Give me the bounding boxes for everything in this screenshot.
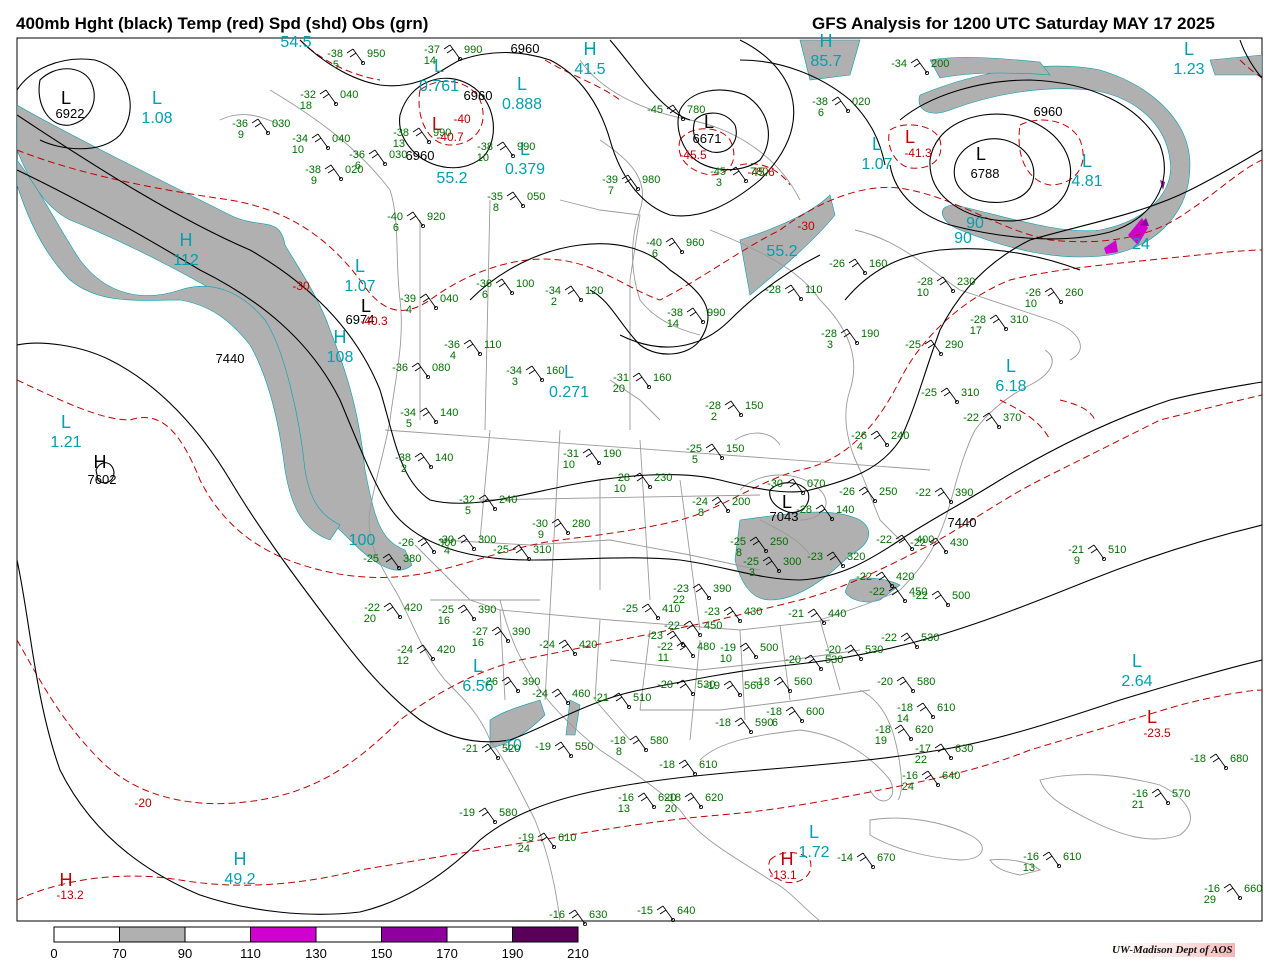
legend-color-box — [53, 926, 120, 943]
legend-color-box — [381, 926, 448, 943]
legend-tick-label: 0 — [50, 946, 57, 960]
legend-color-box — [184, 926, 251, 943]
legend-color-box — [446, 926, 513, 943]
legend-color-box — [512, 926, 579, 943]
legend-tick-label: 190 — [502, 946, 524, 960]
legend-tick-label: 210 — [567, 946, 589, 960]
legend-tick-label: 110 — [240, 946, 261, 960]
legend-tick-label: 90 — [178, 946, 192, 960]
legend-color-box — [315, 926, 382, 943]
legend-color-box — [119, 926, 186, 943]
legend-tick-label: 170 — [436, 946, 458, 960]
legend-tick-label: 150 — [371, 946, 393, 960]
legend-color-box — [250, 926, 317, 943]
legend-tick-label: 70 — [112, 946, 126, 960]
credit-label: UW-Madison Dept of AOS — [1110, 943, 1235, 957]
speed-color-legend: 0 70 90 110 130 150 170 190 210 — [50, 926, 589, 960]
legend-tick-label: 130 — [305, 946, 327, 960]
